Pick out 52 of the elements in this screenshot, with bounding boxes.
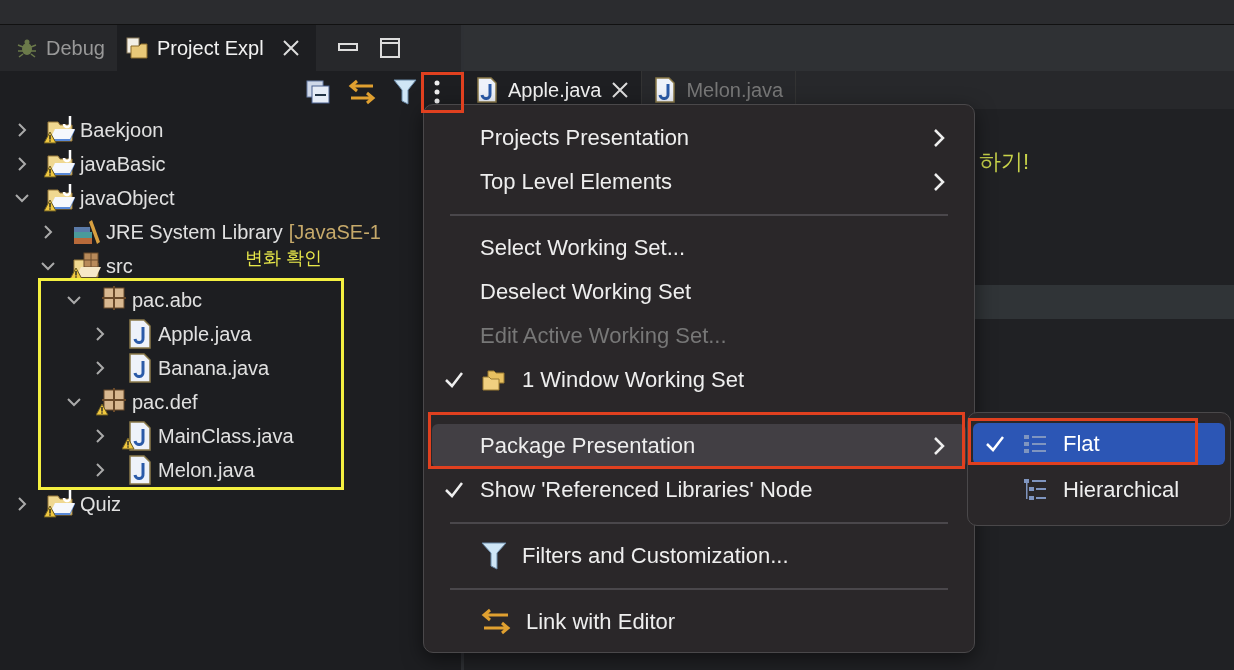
maximize-icon[interactable] (379, 38, 400, 58)
highlight-frame (421, 72, 464, 113)
swap-arrows-icon (480, 607, 512, 637)
tree-item[interactable]: Apple.java (158, 322, 252, 346)
menu-item[interactable]: Flat (973, 423, 1225, 465)
collapse-all-icon[interactable] (305, 79, 331, 105)
chevron-right-icon (932, 436, 946, 456)
chevron-right-icon (932, 172, 946, 192)
menu-item[interactable]: Hierarchical (973, 469, 1225, 511)
chevron-right-icon (932, 128, 946, 148)
tree-item[interactable]: MainClass.java (158, 424, 294, 448)
folders-icon (480, 367, 508, 393)
folder-icon (124, 36, 149, 60)
checkmark-icon (444, 481, 464, 499)
close-icon[interactable] (611, 81, 630, 99)
menu-item[interactable]: Show 'Referenced Libraries' Node (432, 468, 966, 512)
annotation-text: 변화 확인 (245, 247, 322, 270)
more-icon[interactable] (433, 80, 441, 104)
view-tab[interactable]: Debug (8, 25, 117, 71)
tree-item[interactable]: Baekjoon (80, 118, 164, 142)
menu-item[interactable]: Package Presentation (432, 424, 966, 468)
code-text: 하기! (979, 149, 1030, 174)
menu-item[interactable]: Projects Presentation (432, 116, 966, 160)
tree-item[interactable]: javaObject (80, 186, 175, 210)
tree-item[interactable]: pac.def (132, 390, 198, 414)
java-file-icon (476, 77, 498, 103)
close-icon[interactable] (281, 39, 300, 57)
view-tab[interactable]: Project Expl (116, 25, 316, 71)
tree-item[interactable]: JRE System Library (106, 220, 283, 244)
java-file-icon (654, 77, 677, 103)
tree-item[interactable]: Quiz (80, 492, 122, 516)
menu-item[interactable]: Link with Editor (432, 600, 966, 644)
tree-list-icon (1023, 478, 1047, 502)
checkmark-icon (444, 371, 464, 389)
tree-item[interactable]: pac.abc (132, 288, 203, 312)
checkmark-icon (985, 435, 1005, 453)
filter-icon (480, 541, 508, 571)
menu-item[interactable]: 1 Window Working Set (432, 358, 966, 402)
tree-item-decoration: [JavaSE-1 (288, 220, 381, 244)
bug-icon (16, 37, 38, 59)
tree-item[interactable]: javaBasic (80, 152, 166, 176)
list-icon (1023, 433, 1047, 455)
menu-item[interactable]: Top Level Elements (432, 160, 966, 204)
tree-item[interactable]: Melon.java (158, 458, 255, 482)
minimize-icon[interactable] (337, 43, 358, 53)
menu-item[interactable]: Filters and Customization... (432, 534, 966, 578)
tree-item[interactable]: Banana.java (158, 356, 270, 380)
menu-item[interactable]: Deselect Working Set (432, 270, 966, 314)
tree-item[interactable]: src (106, 254, 133, 278)
swap-arrows-icon[interactable] (347, 78, 377, 106)
menu-item[interactable]: Select Working Set... (432, 226, 966, 270)
filter-icon[interactable] (393, 78, 417, 106)
